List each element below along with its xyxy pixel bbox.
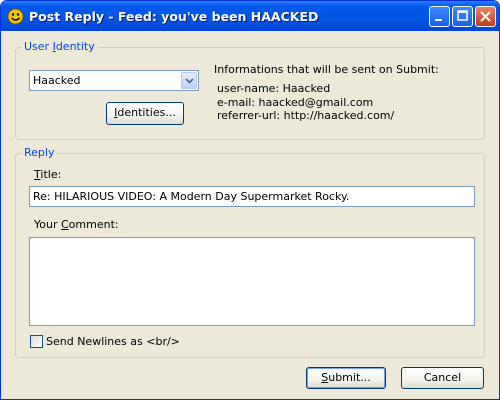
send-newlines-label[interactable]: Send Newlines as <br/>: [46, 335, 180, 348]
minimize-icon: [435, 19, 442, 21]
chevron-down-icon: [185, 78, 194, 84]
send-newlines-checkbox[interactable]: [30, 335, 43, 348]
close-button[interactable]: [475, 6, 496, 27]
title-bar[interactable]: Post Reply - Feed: you've been HAACKED: [1, 1, 499, 31]
info-heading: Informations that will be sent on Submit…: [214, 63, 439, 76]
title-input-value: Re: HILARIOUS VIDEO: A Modern Day Superm…: [33, 190, 350, 203]
info-username: user-name: Haacked: [217, 82, 331, 95]
maximize-button[interactable]: [452, 6, 473, 27]
comment-label: Your Comment:: [34, 218, 119, 231]
info-referrer-url: referrer-url: http://haacked.com/: [217, 109, 395, 122]
title-input[interactable]: Re: HILARIOUS VIDEO: A Modern Day Superm…: [29, 186, 475, 207]
app-smiley-icon: [7, 8, 24, 25]
identity-select[interactable]: Haacked: [29, 70, 199, 91]
identity-select-value: Haacked: [33, 74, 81, 87]
identities-button[interactable]: Identities...: [106, 102, 184, 125]
window-title: Post Reply - Feed: you've been HAACKED: [29, 9, 319, 24]
title-label: Title:: [34, 168, 62, 181]
close-icon: [480, 11, 491, 22]
minimize-button[interactable]: [429, 6, 450, 27]
maximize-icon: [457, 10, 468, 21]
submit-button[interactable]: Submit...: [306, 367, 386, 389]
user-identity-legend: User Identity: [22, 40, 97, 53]
identity-dropdown-button[interactable]: [181, 72, 197, 89]
info-email: e-mail: haacked@gmail.com: [217, 96, 374, 109]
cancel-button[interactable]: Cancel: [401, 367, 484, 389]
reply-legend: Reply: [22, 146, 57, 159]
post-reply-window: Post Reply - Feed: you've been HAACKED U…: [0, 0, 500, 400]
comment-textarea[interactable]: [29, 237, 475, 326]
